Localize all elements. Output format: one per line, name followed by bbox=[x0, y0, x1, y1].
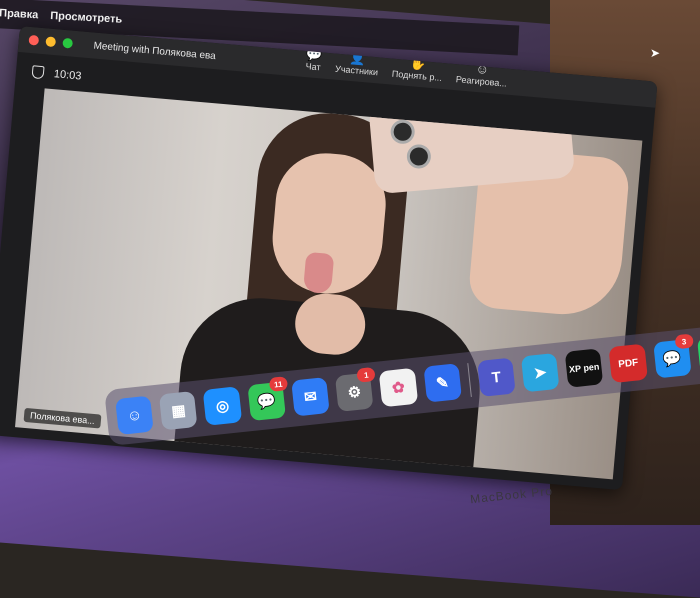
menu-item-view[interactable]: Просмотреть bbox=[50, 10, 123, 26]
close-window-button[interactable] bbox=[28, 34, 40, 46]
dock-separator bbox=[467, 363, 472, 398]
video-content-phone bbox=[368, 88, 576, 195]
launchpad-icon[interactable]: ▦ bbox=[159, 390, 198, 431]
meeting-info-row: 10:03 bbox=[31, 65, 82, 83]
meeting-timer: 10:03 bbox=[53, 67, 82, 83]
teams-icon[interactable]: T bbox=[476, 357, 516, 397]
finder-icon[interactable]: ☺ bbox=[115, 395, 154, 436]
photos-icon[interactable]: ✿ bbox=[378, 367, 418, 408]
chat-bubble-app-icon[interactable]: 💬 3 bbox=[652, 333, 694, 379]
window-title: Meeting with Полякова ева bbox=[93, 40, 217, 62]
settings-icon[interactable]: ⚙ 1 bbox=[335, 366, 376, 412]
pen-app-icon[interactable]: ✎ bbox=[422, 363, 462, 403]
phone-camera-lens bbox=[389, 118, 416, 145]
telegram-icon[interactable]: ➤ bbox=[520, 352, 560, 393]
safari-icon[interactable]: ◎ bbox=[203, 386, 242, 426]
settings-badge: 1 bbox=[356, 366, 376, 383]
mouse-cursor-icon: ➤ bbox=[650, 46, 661, 60]
chat-label: Чат bbox=[305, 61, 322, 73]
minimize-window-button[interactable] bbox=[45, 36, 57, 48]
participant-name-tag: Полякова ева... bbox=[23, 407, 102, 429]
zoom-window-button[interactable] bbox=[62, 37, 74, 49]
messages-badge: 11 bbox=[268, 376, 289, 392]
pdf-icon[interactable]: PDF bbox=[608, 343, 648, 384]
phone-camera-lens bbox=[405, 143, 432, 170]
shield-icon[interactable] bbox=[31, 65, 45, 80]
menu-item-edit[interactable]: Правка bbox=[0, 7, 39, 21]
messages-icon[interactable]: 💬 11 bbox=[247, 376, 289, 422]
xppen-icon[interactable]: XP pen bbox=[564, 348, 604, 388]
chat-app-badge: 3 bbox=[674, 333, 694, 350]
mail-icon[interactable]: ✉ bbox=[291, 377, 330, 417]
